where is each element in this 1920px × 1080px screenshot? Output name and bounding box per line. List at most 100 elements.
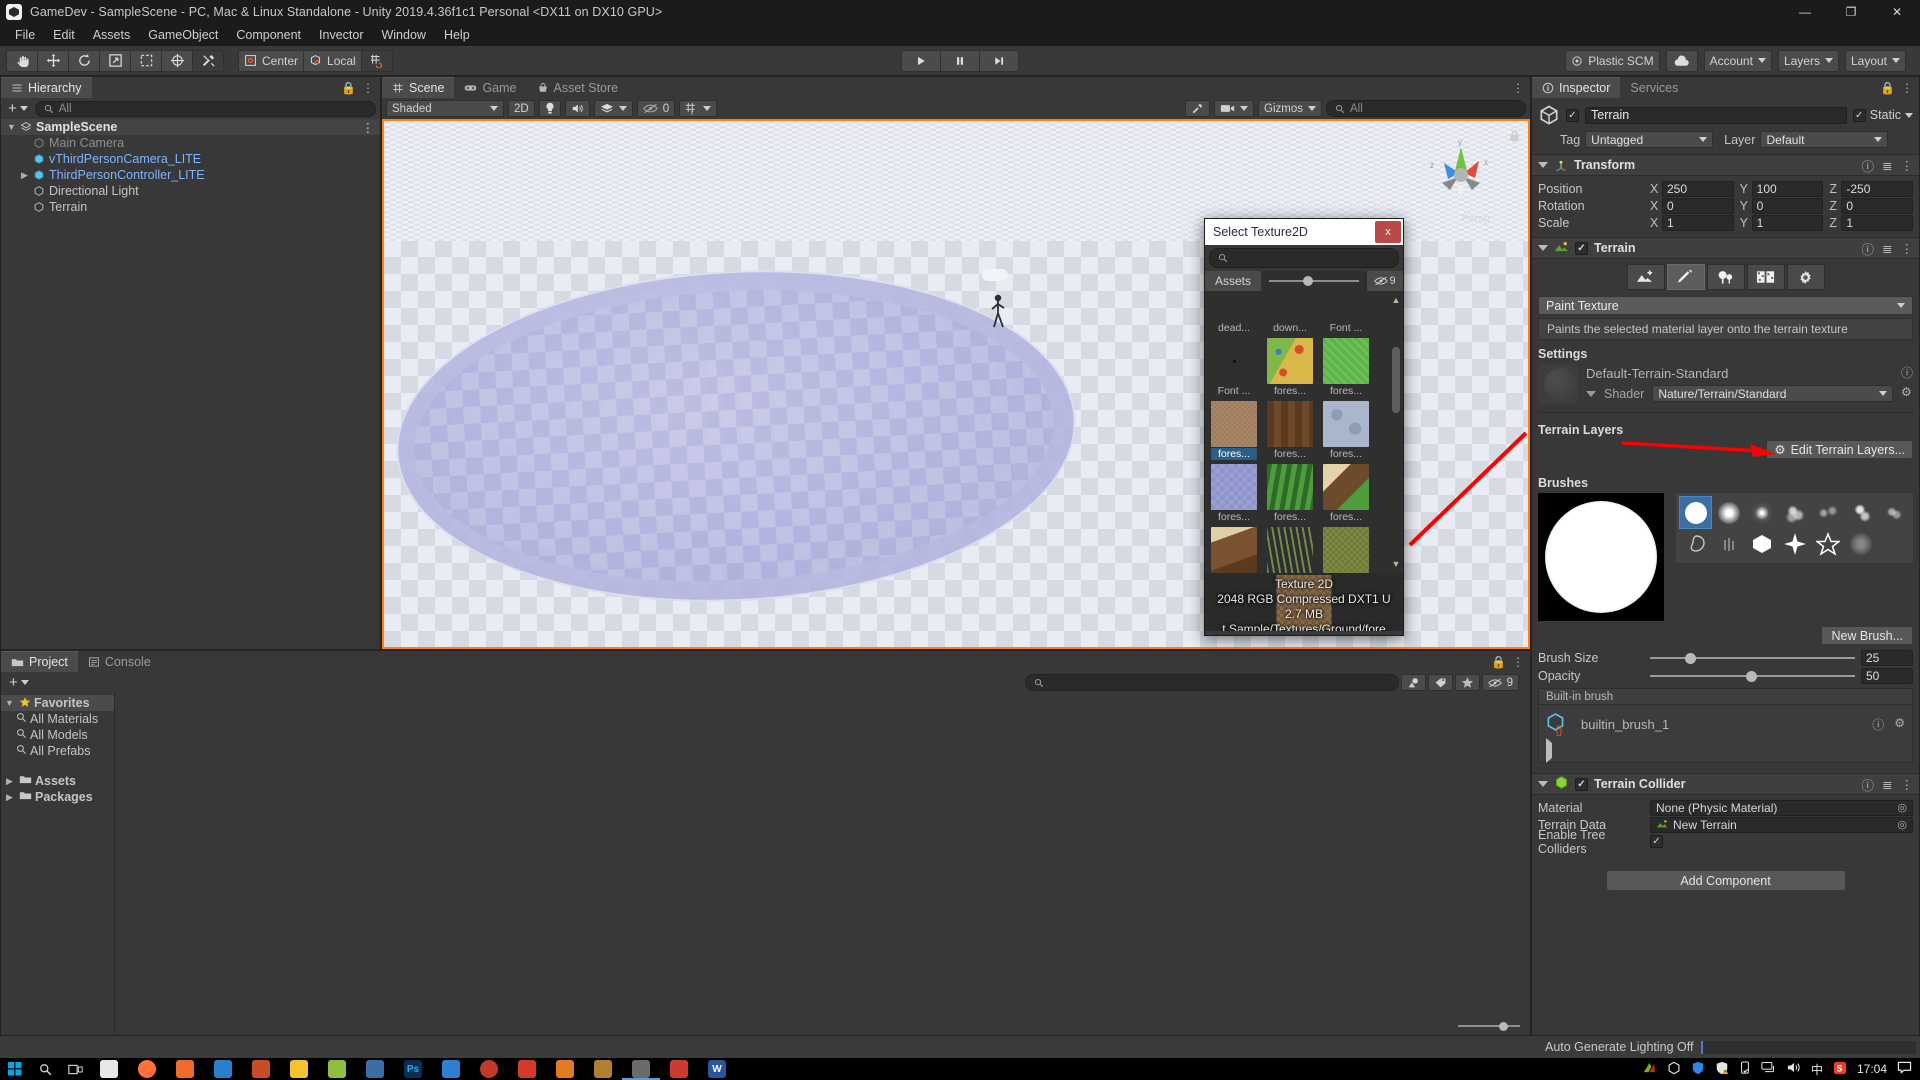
brush-option-10[interactable] (1746, 528, 1777, 559)
brush-option-9[interactable] (1713, 528, 1744, 559)
custom-editor-tool-button[interactable] (192, 49, 224, 72)
terrain-data-objectfield[interactable]: New Terrain ◎ (1650, 816, 1913, 833)
collapse-arrow-icon[interactable] (1538, 781, 1548, 787)
taskbar-app-red-app-icon[interactable] (508, 1058, 546, 1080)
scene-lock-icon[interactable] (1509, 129, 1520, 145)
brush-size-slider[interactable] (1650, 651, 1855, 665)
dialog-close-button[interactable]: x (1375, 221, 1401, 243)
brush-option-3[interactable] (1746, 497, 1777, 528)
menu-item-help[interactable]: Help (435, 25, 479, 45)
volume-icon[interactable] (1786, 1061, 1801, 1077)
dialog-visibility-toggle[interactable]: 9 (1367, 271, 1403, 291)
gear-icon[interactable]: ⚙ (1894, 716, 1905, 733)
project-tree-all-materials[interactable]: All Materials (1, 711, 114, 727)
taskbar-app-mail-icon[interactable] (432, 1058, 470, 1080)
project-visibility-toggle[interactable]: 9 (1481, 674, 1519, 691)
tab-services[interactable]: Services (1620, 77, 1689, 98)
network-icon[interactable] (1761, 1061, 1776, 1077)
dialog-scrollbar[interactable]: ▲ ▼ (1391, 295, 1401, 569)
paint-trees-tool-button[interactable] (1706, 264, 1745, 290)
move-tool-button[interactable] (37, 49, 69, 72)
new-brush-button[interactable]: New Brush... (1821, 626, 1913, 645)
help-icon[interactable]: ⓘ (1862, 239, 1875, 258)
project-tree-packages[interactable]: ▶ Packages (1, 789, 114, 805)
expand-arrow-icon[interactable]: ▶ (3, 792, 16, 803)
taskbar-app-word-icon[interactable]: W (698, 1058, 736, 1080)
tab-console[interactable]: Console (77, 651, 161, 672)
asset-cell[interactable] (1267, 527, 1313, 573)
expand-arrow-icon[interactable] (1546, 738, 1552, 763)
static-checkbox[interactable]: ✓ (1852, 108, 1866, 122)
asset-cell[interactable]: fores... (1267, 464, 1313, 523)
taskbar-app-unity-icon[interactable] (622, 1058, 660, 1080)
dialog-search-input[interactable] (1209, 248, 1399, 268)
preset-icon[interactable]: ≣ (1882, 241, 1892, 256)
position-y-input[interactable]: 100 (1751, 180, 1824, 197)
opacity-slider[interactable] (1650, 669, 1855, 683)
hierarchy-add-button[interactable]: + (5, 101, 31, 116)
scene-audio-toggle[interactable] (564, 100, 590, 117)
scene-lighting-toggle[interactable] (538, 100, 561, 117)
paint-texture-tool-button[interactable] (1666, 264, 1705, 290)
dialog-zoom-slider[interactable] (1261, 271, 1367, 291)
asset-cell[interactable]: fores... (1211, 464, 1257, 523)
asset-cell[interactable]: down... (1267, 291, 1313, 334)
static-toggle[interactable]: ✓ Static (1852, 108, 1913, 122)
asset-cell[interactable]: fores... (1323, 401, 1369, 460)
help-icon[interactable]: ⓘ (1862, 156, 1875, 175)
brush-option-13[interactable] (1845, 528, 1876, 559)
menu-item-assets[interactable]: Assets (84, 25, 140, 45)
tab-asset-store[interactable]: Asset Store (526, 77, 629, 98)
terrain-mode-dropdown[interactable]: Paint Texture (1538, 296, 1913, 315)
security-icon[interactable] (1715, 1061, 1729, 1078)
pivot-mode-button[interactable]: Center (238, 49, 305, 72)
opacity-input[interactable]: 50 (1861, 668, 1913, 684)
hierarchy-item-terrain[interactable]: Terrain (1, 199, 380, 215)
lock-icon[interactable]: 🔒 (341, 81, 356, 95)
nvidia-icon[interactable] (1642, 1061, 1657, 1077)
terrain-settings-tool-button[interactable] (1786, 264, 1825, 290)
terrain-collider-component-header[interactable]: ✓ Terrain Collider ⓘ ≣ ⋮ (1532, 773, 1919, 795)
brush-option-11[interactable] (1779, 528, 1810, 559)
position-z-input[interactable]: -250 (1841, 180, 1914, 197)
task-view-icon[interactable] (60, 1058, 90, 1080)
scale-y-input[interactable]: 1 (1751, 214, 1824, 231)
kebab-menu-icon[interactable]: ⋮ (1512, 655, 1524, 669)
taskbar-app-chrome-icon[interactable] (90, 1058, 128, 1080)
layers-dropdown[interactable]: Layers (1777, 49, 1839, 72)
menu-item-component[interactable]: Component (227, 25, 310, 45)
grid-snap-icon[interactable] (360, 49, 393, 72)
hierarchy-item-vthirdpersoncamera[interactable]: vThirdPersonCamera_LITE (1, 151, 380, 167)
pause-button[interactable] (940, 49, 980, 72)
brush-option-1[interactable] (1679, 496, 1712, 529)
brush-option-6[interactable] (1845, 497, 1876, 528)
label-filter-icon[interactable] (1427, 674, 1453, 691)
gear-icon[interactable]: ⚙ (1901, 385, 1913, 399)
tree-colliders-checkbox[interactable]: ✓ (1650, 835, 1663, 848)
help-icon[interactable]: ⓘ (1872, 716, 1884, 733)
tag-dropdown[interactable]: Untagged (1585, 131, 1714, 148)
project-tree-all-prefabs[interactable]: All Prefabs (1, 743, 114, 759)
kebab-menu-icon[interactable]: ⋮ (1901, 241, 1914, 256)
project-tree-favorites[interactable]: ▼ Favorites (1, 695, 114, 711)
kebab-menu-icon[interactable]: ⋮ (1901, 777, 1914, 792)
expand-arrow-icon[interactable]: ▶ (3, 776, 16, 787)
asset-cell[interactable]: Font ... (1211, 338, 1257, 397)
menu-item-gameobject[interactable]: GameObject (139, 25, 227, 45)
edit-terrain-layers-button[interactable]: ⚙ Edit Terrain Layers... (1766, 440, 1913, 459)
asset-cell-selected[interactable]: fores... (1211, 401, 1257, 460)
brush-option-7[interactable] (1878, 497, 1909, 528)
tab-game[interactable]: Game (454, 77, 527, 98)
taskbar-app-explorer-icon[interactable] (280, 1058, 318, 1080)
project-add-button[interactable]: + (6, 675, 32, 690)
clock[interactable]: 17:04 (1857, 1062, 1887, 1076)
object-picker-icon[interactable]: ◎ (1897, 818, 1907, 831)
rect-tool-button[interactable] (130, 49, 162, 72)
minimize-button[interactable]: — (1782, 0, 1828, 24)
brush-option-12[interactable] (1812, 528, 1843, 559)
transform-tool-button[interactable] (161, 49, 193, 72)
menu-item-invector[interactable]: Invector (310, 25, 372, 45)
scale-x-input[interactable]: 1 (1662, 214, 1734, 231)
paint-details-tool-button[interactable] (1746, 264, 1785, 290)
position-x-input[interactable]: 250 (1662, 180, 1734, 197)
